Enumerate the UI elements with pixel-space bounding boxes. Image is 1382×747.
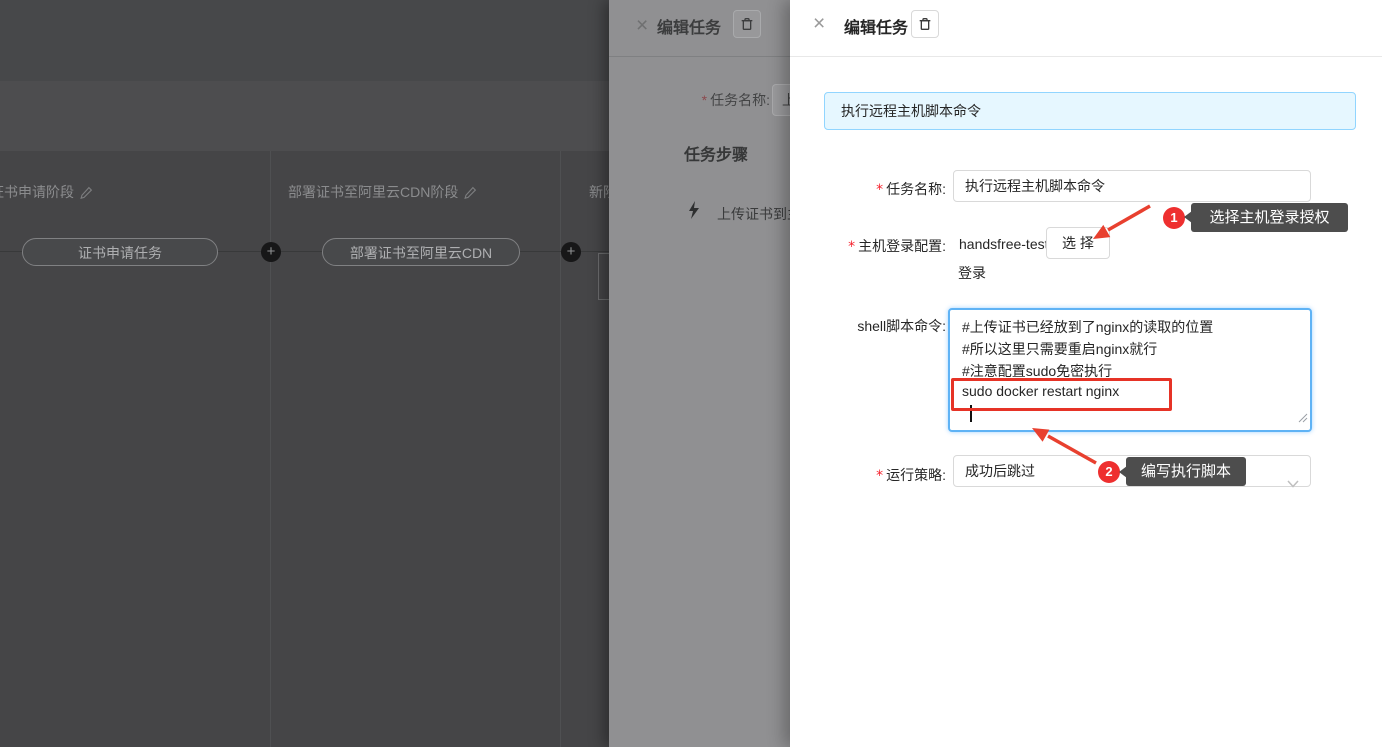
- shell-line: #所以这里只需要重启nginx就行: [962, 339, 1292, 361]
- task-name-input[interactable]: 上传: [772, 84, 790, 116]
- add-stage-button[interactable]: +: [261, 242, 281, 262]
- divider: [790, 56, 1382, 57]
- stage-divider: [270, 151, 271, 747]
- label-text: 任务名称:: [886, 181, 946, 197]
- add-stage-button[interactable]: +: [561, 242, 581, 262]
- task-node-deploy-cdn[interactable]: 部署证书至阿里云CDN: [322, 238, 520, 266]
- task-node-cert-request[interactable]: 证书申请任务: [22, 238, 218, 266]
- connector-line: [281, 251, 322, 252]
- stage-divider: [560, 151, 561, 747]
- label-text: shell脚本命令:: [857, 318, 946, 334]
- host-config-label: *主机登录配置:: [790, 236, 946, 256]
- run-policy-label: *运行策略:: [790, 465, 946, 485]
- host-config-value: handsfree-test: [959, 236, 1049, 252]
- label-text: 运行策略:: [886, 467, 946, 483]
- edit-stage-icon[interactable]: [464, 186, 477, 202]
- trash-icon: [917, 16, 933, 32]
- app-screen: 证书申请阶段 部署证书至阿里云CDN阶段 新阶 证书申请任务 部署证书至阿里云C…: [0, 0, 1382, 747]
- connector-line: [581, 251, 609, 252]
- stage-title-1: 证书申请阶段: [0, 182, 93, 202]
- close-icon[interactable]: ×: [636, 15, 648, 36]
- required-mark: *: [702, 92, 707, 108]
- connector-line: [520, 251, 561, 252]
- task-type-info-banner: 执行远程主机脚本命令: [824, 92, 1356, 130]
- annotation-badge-1: 1: [1163, 207, 1185, 229]
- annotation-tooltip-1: 选择主机登录授权: [1191, 203, 1348, 232]
- task-steps-heading: 任务步骤: [684, 141, 748, 165]
- task-name-input[interactable]: 执行远程主机脚本命令: [953, 170, 1311, 202]
- drawer-title: 编辑任务: [844, 14, 908, 38]
- shell-script-textarea[interactable]: #上传证书已经放到了nginx的读取的位置 #所以这里只需要重启nginx就行 …: [948, 308, 1312, 432]
- drawer-title: 编辑任务: [657, 14, 721, 38]
- label-text: 主机登录配置:: [858, 238, 946, 254]
- drawer-edit-task-level2: × 编辑任务 执行远程主机脚本命令 *任务名称: 执行远程主机脚本命令 *主机登…: [790, 0, 1382, 747]
- stage-title-text: 证书申请阶段: [0, 184, 74, 200]
- required-mark: *: [876, 468, 883, 484]
- drawer-edit-task-level1: × 编辑任务 *任务名称: 上传 任务步骤 上传证书到主: [609, 0, 790, 747]
- required-mark: *: [876, 182, 883, 198]
- delete-task-button[interactable]: [733, 10, 761, 38]
- delete-task-button[interactable]: [911, 10, 939, 38]
- annotation-badge-2: 2: [1098, 461, 1120, 483]
- selected-option: 成功后跳过: [965, 463, 1035, 479]
- host-config-value-wrap: 登录: [958, 263, 986, 283]
- close-icon[interactable]: ×: [813, 13, 825, 34]
- resize-grip[interactable]: [1298, 410, 1308, 428]
- divider: [609, 56, 790, 57]
- connector-line: [0, 251, 22, 252]
- stage-title-text: 部署证书至阿里云CDN阶段: [288, 184, 458, 200]
- highlight-box-sudo-command: [951, 378, 1172, 411]
- choose-host-button[interactable]: 选 择: [1046, 227, 1110, 259]
- lightning-icon: [687, 201, 703, 219]
- stage-title-2: 部署证书至阿里云CDN阶段: [288, 182, 477, 202]
- connector-line: [218, 251, 261, 252]
- task-name-label: *任务名称:: [790, 179, 946, 199]
- shell-line: #上传证书已经放到了nginx的读取的位置: [962, 317, 1292, 339]
- shell-script-label: shell脚本命令:: [790, 316, 946, 336]
- edit-stage-icon[interactable]: [80, 186, 93, 202]
- trash-icon: [739, 16, 755, 32]
- chevron-down-icon: [1287, 468, 1299, 498]
- annotation-tooltip-2: 编写执行脚本: [1126, 457, 1246, 486]
- task-name-label: *任务名称:: [609, 90, 770, 110]
- label-text: 任务名称:: [710, 92, 770, 108]
- required-mark: *: [848, 239, 855, 255]
- task-step-item[interactable]: 上传证书到主: [717, 204, 790, 224]
